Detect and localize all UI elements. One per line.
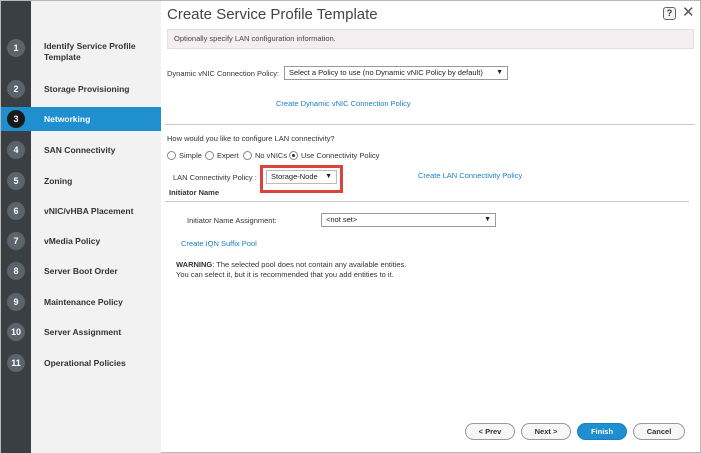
step-number-8: 8 (7, 262, 25, 280)
initiator-assign-value: <not set> (326, 215, 358, 224)
initiator-assign-select[interactable]: <not set> ▼ (321, 213, 496, 227)
warning-line-1: WARNING: The selected pool does not cont… (176, 260, 406, 269)
step-number-7: 7 (7, 232, 25, 250)
step-number-6: 6 (7, 202, 25, 220)
radio-no-vnics[interactable] (243, 151, 252, 160)
radio-simple-label: Simple (179, 151, 202, 160)
wizard-window: 1 Identify Service Profile Template 2 St… (0, 0, 701, 453)
step-identify-template[interactable]: Identify Service Profile Template (44, 41, 156, 63)
cancel-button[interactable]: Cancel (633, 423, 685, 440)
help-icon[interactable]: ? (663, 7, 676, 20)
info-banner: Optionally specify LAN configuration inf… (167, 29, 694, 49)
step-number-2: 2 (7, 80, 25, 98)
prev-button[interactable]: < Prev (465, 423, 515, 440)
divider (165, 124, 695, 125)
dynamic-vnic-label: Dynamic vNIC Connection Policy: (167, 69, 280, 78)
caret-down-icon: ▼ (484, 216, 491, 223)
dynamic-vnic-select[interactable]: Select a Policy to use (no Dynamic vNIC … (284, 66, 508, 80)
next-button[interactable]: Next > (521, 423, 571, 440)
step-san-connectivity[interactable]: SAN Connectivity (44, 145, 156, 156)
create-lan-connectivity-link[interactable]: Create LAN Connectivity Policy (418, 171, 522, 180)
page-title: Create Service Profile Template (167, 6, 378, 23)
wizard-steps (31, 1, 161, 453)
step-server-assignment[interactable]: Server Assignment (44, 327, 156, 338)
step-number-9: 9 (7, 293, 25, 311)
radio-use-connectivity-policy-label: Use Connectivity Policy (301, 151, 380, 160)
step-operational-policies[interactable]: Operational Policies (44, 358, 156, 369)
warning-line-2: You can select it, but it is recommended… (176, 270, 394, 279)
step-zoning[interactable]: Zoning (44, 176, 156, 187)
step-server-boot-order[interactable]: Server Boot Order (44, 266, 156, 277)
step-vnic-vhba-placement[interactable]: vNIC/vHBA Placement (44, 206, 156, 217)
step-maintenance-policy[interactable]: Maintenance Policy (44, 297, 156, 308)
lan-policy-label: LAN Connectivity Policy : (173, 173, 257, 182)
sidebar-strip (1, 1, 31, 453)
step-number-5: 5 (7, 172, 25, 190)
create-iqn-suffix-pool-link[interactable]: Create IQN Suffix Pool (181, 239, 257, 248)
radio-expert-label: Expert (217, 151, 239, 160)
step-vmedia-policy[interactable]: vMedia Policy (44, 236, 156, 247)
step-number-1: 1 (7, 39, 25, 57)
step-number-11: 11 (7, 354, 25, 372)
radio-simple[interactable] (167, 151, 176, 160)
radio-no-vnics-label: No vNICs (255, 151, 288, 160)
caret-down-icon: ▼ (496, 69, 503, 76)
create-dynamic-vnic-link[interactable]: Create Dynamic vNIC Connection Policy (276, 99, 411, 108)
dynamic-vnic-value: Select a Policy to use (no Dynamic vNIC … (289, 68, 483, 77)
step-number-4: 4 (7, 141, 25, 159)
close-icon[interactable]: ✕ (682, 4, 695, 22)
initiator-heading: Initiator Name (169, 188, 220, 197)
step-number-10: 10 (7, 323, 25, 341)
finish-button[interactable]: Finish (577, 423, 627, 440)
initiator-assign-label: Initiator Name Assignment: (187, 216, 277, 225)
step-networking[interactable]: Networking (44, 114, 156, 125)
divider (165, 201, 689, 202)
step-storage-provisioning[interactable]: Storage Provisioning (44, 84, 156, 95)
highlight-box (260, 165, 343, 193)
step-number-3: 3 (7, 110, 25, 128)
lan-question: How would you like to configure LAN conn… (167, 134, 335, 143)
radio-use-connectivity-policy[interactable] (289, 151, 298, 160)
warning-bold: WARNING (176, 260, 213, 269)
radio-expert[interactable] (205, 151, 214, 160)
warning-text: : The selected pool does not contain any… (212, 260, 407, 269)
